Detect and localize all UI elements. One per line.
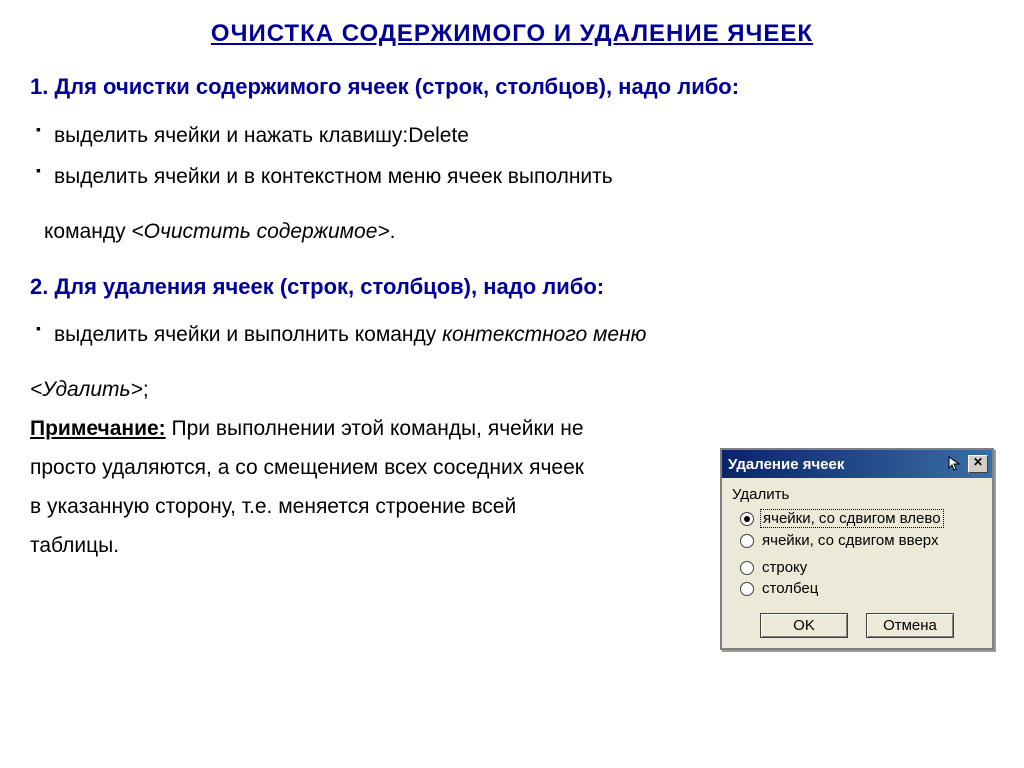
note-block: Примечание: При выполнении этой команды,… [30, 410, 590, 565]
radio-option-shift-left[interactable]: ячейки, со сдвигом влево [740, 507, 982, 530]
radio-label: ячейки, со сдвигом вверх [760, 532, 940, 549]
command-name: <Очистить содержимое> [131, 220, 389, 243]
command-prefix: команду [44, 220, 131, 243]
dialog-buttons: OK Отмена [732, 613, 982, 638]
page-title: ОЧИСТКА СОДЕРЖИМОГО И УДАЛЕНИЕ ЯЧЕЕК [30, 20, 994, 48]
radio-icon [740, 534, 754, 548]
command-line: команду <Очистить содержимое>. [44, 212, 994, 252]
cancel-button[interactable]: Отмена [866, 613, 954, 638]
radio-icon [740, 561, 754, 575]
radio-label: строку [760, 559, 809, 576]
cursor-icon [948, 456, 964, 472]
group-label: Удалить [732, 486, 982, 503]
dialog-title: Удаление ячеек [728, 456, 946, 473]
radio-label: столбец [760, 580, 820, 597]
close-button[interactable]: ✕ [968, 455, 988, 473]
delete-cells-dialog: Удаление ячеек ✕ Удалить ячейки, со сдви… [720, 448, 994, 650]
radio-icon [740, 512, 754, 526]
list-item-text: выделить ячейки и в контекстном меню яче… [54, 165, 613, 188]
section2-list: выделить ячейки и выполнить команду конт… [30, 315, 994, 356]
close-icon: ✕ [973, 455, 983, 469]
radio-option-shift-up[interactable]: ячейки, со сдвигом вверх [740, 530, 982, 551]
dialog-titlebar[interactable]: Удаление ячеек ✕ [722, 450, 992, 478]
section1-list: выделить ячейки и нажать клавишу:Delete … [30, 116, 994, 198]
section1-heading: 1. Для очистки содержимого ячеек (строк,… [30, 66, 994, 108]
command-line: <Удалить>; [30, 370, 994, 410]
section2-heading: 2. Для удаления ячеек (строк, столбцов),… [30, 266, 994, 308]
command-suffix: . [390, 220, 396, 243]
list-item: выделить ячейки и в контекстном меню яче… [36, 157, 994, 198]
ok-button[interactable]: OK [760, 613, 848, 638]
command-suffix: ; [143, 378, 149, 401]
radio-option-column[interactable]: столбец [740, 578, 982, 599]
radio-icon [740, 582, 754, 596]
context-menu-italic: контекстного меню [442, 323, 646, 346]
list-item-text: выделить ячейки и выполнить команду [54, 323, 442, 346]
list-item: выделить ячейки и выполнить команду конт… [36, 315, 994, 356]
command-name: <Удалить> [30, 378, 143, 401]
radio-label: ячейки, со сдвигом влево [760, 509, 944, 528]
dialog-body: Удалить ячейки, со сдвигом влево ячейки,… [722, 478, 992, 648]
note-label: Примечание: [30, 417, 166, 440]
list-item: выделить ячейки и нажать клавишу:Delete [36, 116, 994, 157]
radio-option-row[interactable]: строку [740, 557, 982, 578]
